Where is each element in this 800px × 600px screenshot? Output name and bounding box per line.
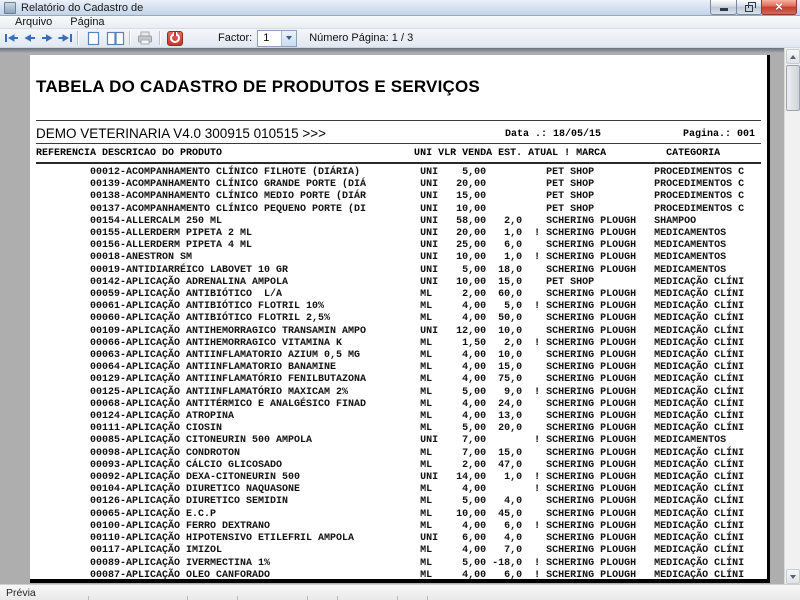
restore-button[interactable] bbox=[736, 0, 762, 15]
statusbar-divider bbox=[307, 596, 308, 600]
menu-item-pagina[interactable]: Página bbox=[61, 16, 113, 28]
table-row: 00018-ANESTRON SM UNI 10,00 1,0 ! SCHERI… bbox=[36, 252, 727, 264]
next-page-icon bbox=[41, 34, 52, 42]
app-icon bbox=[4, 1, 16, 14]
first-page-icon bbox=[4, 34, 18, 42]
toolbar-separator bbox=[77, 31, 79, 45]
table-row: 00125-APLICAÇÃO ANTIINFLAMATÓRIO MAXICAM… bbox=[36, 386, 745, 398]
report-page-number: Pagina.: 001 bbox=[683, 129, 756, 140]
status-bar: Prévia bbox=[0, 584, 800, 600]
menu-bar: Arquivo Página bbox=[0, 16, 800, 29]
minimize-button[interactable] bbox=[710, 0, 737, 15]
table-row: 00098-APLICAÇÃO CONDROTON ML 7,00 15,0 S… bbox=[36, 447, 745, 459]
table-row: 00087-APLICAÇÃO OLEO CANFORADO ML 4,00 6… bbox=[36, 569, 745, 581]
page-number-info: Número Página: 1 / 3 bbox=[309, 32, 414, 44]
table-row: 00060-APLICAÇÃO ANTIBIÓTICO FLOTRIL 2,5%… bbox=[36, 313, 745, 325]
last-page-button[interactable] bbox=[56, 30, 74, 46]
table-row: 00109-APLICAÇÃO ANTIHEMORRAGICO TRANSAMI… bbox=[36, 325, 745, 337]
table-row: 00092-APLICAÇÃO DEXA-CITONEURIN 500 UNI … bbox=[36, 472, 745, 484]
close-button[interactable] bbox=[761, 0, 797, 15]
statusbar-divider bbox=[427, 596, 428, 600]
title-bar: Relatório do Cadastro de bbox=[0, 0, 800, 16]
close-icon bbox=[775, 0, 783, 16]
status-text: Prévia bbox=[6, 586, 36, 599]
statusbar-divider bbox=[337, 596, 338, 600]
two-page-view-button[interactable] bbox=[104, 30, 126, 46]
table-row: 00059-APLICAÇÃO ANTIBIÓTICO L/A ML 2,00 … bbox=[36, 289, 745, 301]
print-icon bbox=[138, 31, 152, 45]
single-page-view-button[interactable] bbox=[82, 30, 104, 46]
table-row: 00085-APLICAÇÃO CITONEURIN 500 AMPOLA UN… bbox=[36, 435, 727, 447]
table-row: 00012-ACOMPANHAMENTO CLÍNICO FILHOTE (DI… bbox=[36, 167, 745, 178]
toolbar-separator bbox=[159, 31, 161, 45]
table-header: REFERENCIA DESCRICAO DO PRODUTO UNI VLR … bbox=[36, 148, 721, 159]
company-name: DEMO VETERINARIA V4.0 300915 010515 >>> bbox=[36, 126, 327, 141]
scroll-up-icon[interactable] bbox=[786, 49, 800, 64]
toolbar: Factor: 1 Número Página: 1 / 3 bbox=[0, 29, 800, 48]
table-row: 00111-APLICAÇÃO CIOSIN ML 5,00 20,0 SCHE… bbox=[36, 423, 745, 435]
previous-page-icon bbox=[24, 34, 35, 42]
table-row: 00019-ANTIDIARRÉICO LABOVET 10 GR UNI 5,… bbox=[36, 264, 727, 276]
table-row: 00100-APLICAÇÃO FERRO DEXTRANO ML 4,00 6… bbox=[36, 520, 745, 532]
window-controls bbox=[710, 0, 797, 15]
previous-page-button[interactable] bbox=[20, 30, 38, 46]
statusbar-divider bbox=[88, 596, 89, 600]
table-body: 00012-ACOMPANHAMENTO CLÍNICO FILHOTE (DI… bbox=[30, 167, 767, 581]
statusbar-divider bbox=[397, 596, 398, 600]
vertical-scrollbar[interactable] bbox=[784, 48, 800, 585]
factor-value: 1 bbox=[263, 31, 270, 44]
report-page: TABELA DO CADASTRO DE PRODUTOS E SERVIÇO… bbox=[30, 55, 770, 583]
table-row: 00155-ALLERDERM PIPETA 2 ML UNI 20,00 1,… bbox=[36, 228, 727, 240]
table-row: 00117-APLICAÇÃO IMIZOL ML 4,00 7,0 SCHER… bbox=[36, 545, 745, 557]
table-row: 00068-APLICAÇÃO ANTITÉRMICO E ANALGÉSICO… bbox=[36, 398, 745, 410]
chevron-down-icon[interactable] bbox=[281, 30, 297, 46]
table-row: 00093-APLICAÇÃO CÁLCIO GLICOSADO ML 2,00… bbox=[36, 459, 745, 471]
preview-area: TABELA DO CADASTRO DE PRODUTOS E SERVIÇO… bbox=[0, 48, 800, 585]
table-row: 00110-APLICAÇÃO HIPOTENSIVO ETILEFRIL AM… bbox=[36, 533, 745, 545]
close-report-button[interactable] bbox=[164, 30, 186, 46]
print-button[interactable] bbox=[134, 30, 156, 46]
report-title: TABELA DO CADASTRO DE PRODUTOS E SERVIÇO… bbox=[36, 77, 480, 96]
factor-select[interactable]: 1 bbox=[257, 29, 298, 47]
table-row: 00139-ACOMPANHAMENTO CLÍNICO GRANDE PORT… bbox=[36, 179, 745, 191]
statusbar-divider bbox=[237, 596, 238, 600]
divider bbox=[36, 120, 761, 121]
divider bbox=[36, 143, 761, 144]
factor-label: Factor: bbox=[218, 32, 253, 44]
table-row: 00089-APLICAÇÃO IVERMECTINA 1% ML 5,00 -… bbox=[36, 557, 745, 569]
table-row: 00065-APLICAÇÃO E.C.P ML 10,00 45,0 SCHE… bbox=[36, 508, 745, 520]
report-date: Data .: 18/05/15 bbox=[505, 129, 602, 140]
close-report-icon bbox=[167, 30, 183, 46]
table-row: 00156-ALLERDERM PIPETA 4 ML UNI 25,00 6,… bbox=[36, 240, 727, 252]
table-row: 00154-ALLERCALM 250 ML UNI 58,00 2,0 SCH… bbox=[36, 215, 697, 227]
minimize-icon bbox=[719, 8, 728, 11]
two-page-view-icon bbox=[106, 31, 124, 45]
last-page-icon bbox=[58, 34, 72, 42]
table-row: 00138-ACOMPANHAMENTO CLÍNICO MEDIO PORTE… bbox=[36, 191, 745, 203]
divider bbox=[36, 162, 761, 164]
table-row: 00142-APLICAÇÃO ADRENALINA AMPOLA UNI 10… bbox=[36, 276, 745, 288]
table-row: 00129-APLICAÇÃO ANTIINFLAMATÓRIO FENILBU… bbox=[36, 374, 745, 386]
scrollbar-thumb[interactable] bbox=[786, 65, 800, 111]
report-subheader: DEMO VETERINARIA V4.0 300915 010515 >>> … bbox=[30, 125, 767, 142]
next-page-button[interactable] bbox=[38, 30, 56, 46]
table-row: 00126-APLICAÇÃO DIURETICO SEMIDIN ML 5,0… bbox=[36, 496, 745, 508]
single-page-view-icon bbox=[87, 31, 99, 45]
scroll-down-icon[interactable] bbox=[786, 569, 800, 584]
statusbar-divider bbox=[187, 596, 188, 600]
table-row: 00137-ACOMPANHAMENTO CLÍNICO PEQUENO POR… bbox=[36, 203, 745, 215]
menu-item-arquivo[interactable]: Arquivo bbox=[6, 16, 61, 28]
table-row: 00066-APLICAÇÃO ANTIHEMORRAGICO VITAMINA… bbox=[36, 337, 745, 349]
table-row: 00064-APLICAÇÃO ANTIINFLAMATORIO BANAMIN… bbox=[36, 362, 745, 374]
restore-icon bbox=[745, 1, 756, 12]
window-title: Relatório do Cadastro de bbox=[21, 1, 144, 14]
table-row: 00124-APLICAÇÃO ATROPINA ML 4,00 13,0 SC… bbox=[36, 411, 745, 423]
table-row: 00063-APLICAÇÃO ANTIINFLAMATORIO AZIUM 0… bbox=[36, 350, 745, 362]
toolbar-separator bbox=[129, 31, 131, 45]
table-row: 00061-APLICAÇÃO ANTIBIÓTICO FLOTRIL 10% … bbox=[36, 301, 745, 313]
first-page-button[interactable] bbox=[2, 30, 20, 46]
table-row: 00104-APLICAÇÃO DIURETICO NAQUASONE ML 4… bbox=[36, 484, 745, 496]
